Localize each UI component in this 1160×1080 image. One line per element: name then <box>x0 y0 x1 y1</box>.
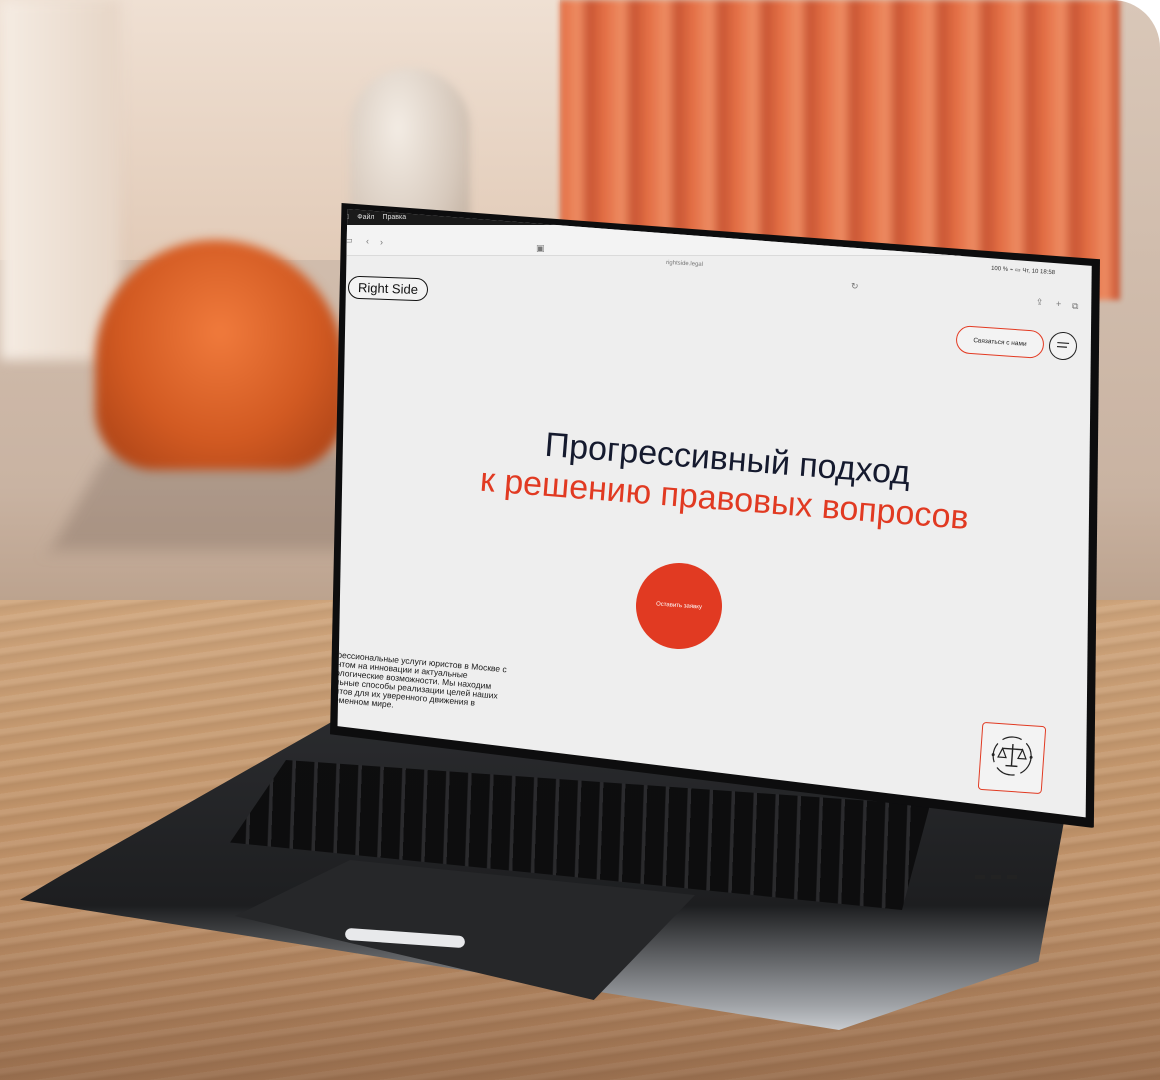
share-icon[interactable]: ⇪ <box>1036 297 1044 308</box>
photo-frame:  Файл Правка ▭ ‹ › ▣ rightside.legal ↻ … <box>0 0 1160 1080</box>
leave-request-label: Оставить заявку <box>655 601 703 611</box>
menu-button[interactable] <box>1048 331 1078 361</box>
back-icon[interactable]: ‹ <box>366 236 369 246</box>
hero-description: Профессиональные услуги юристов в Москве… <box>336 648 508 710</box>
reader-icon[interactable]: ▣ <box>536 243 545 254</box>
scales-badge[interactable] <box>977 721 1047 795</box>
menu-icon <box>1056 340 1070 352</box>
address-bar-url[interactable]: rightside.legal <box>666 260 703 268</box>
laptop-screen:  Файл Правка ▭ ‹ › ▣ rightside.legal ↻ … <box>336 209 1092 818</box>
hero-headline: Прогрессивный подход к решению правовых … <box>374 412 1078 547</box>
laptop-ports <box>975 866 1025 896</box>
new-tab-icon[interactable]: + <box>1056 299 1061 309</box>
menubar-item-file[interactable]: Файл <box>357 214 374 221</box>
menubar-item-edit[interactable]: Правка <box>382 214 406 221</box>
background-chair <box>95 240 345 470</box>
reload-icon[interactable]: ↻ <box>851 281 859 292</box>
scales-icon <box>987 731 1036 785</box>
tabs-overview-icon[interactable]: ⧉ <box>1072 301 1078 312</box>
forward-icon[interactable]: › <box>380 237 383 247</box>
site-logo[interactable]: Right Side <box>347 275 429 302</box>
window-light <box>0 0 120 360</box>
menubar-status: 100 % ⌁ ▭ Чт, 10 18:58 <box>990 265 1056 277</box>
contact-button[interactable]: Связаться с нами <box>955 324 1045 360</box>
leave-request-button[interactable]: Оставить заявку <box>633 560 725 652</box>
